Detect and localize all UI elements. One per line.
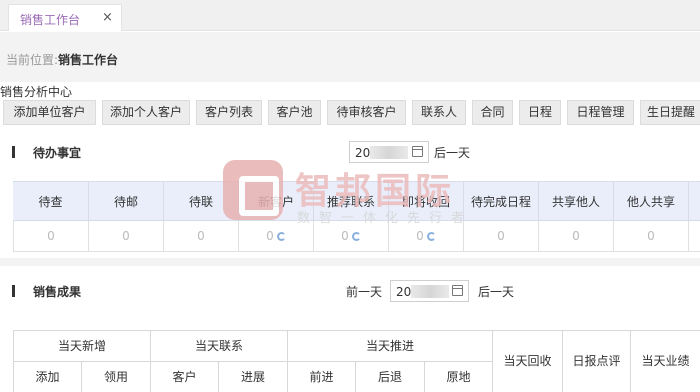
value-overflow <box>688 221 700 251</box>
refresh-icon[interactable] <box>351 232 361 241</box>
section-title-sales-analysis: 销售分析中心 <box>0 85 73 99</box>
add-company-customer-button[interactable]: 添加单位客户 <box>3 100 96 125</box>
value-pending-mail[interactable]: 0 <box>88 221 163 251</box>
todo-date-input[interactable]: 20 <box>349 141 429 163</box>
group-performance-today: 当天业绩 <box>630 331 700 392</box>
table-row: 0 0 0 0 0 0 0 0 0 <box>13 221 700 252</box>
contacts-button[interactable]: 联系人 <box>412 100 466 125</box>
date-blur <box>411 285 449 298</box>
tab-bar: 销售工作台 × <box>0 0 700 31</box>
customer-list-button[interactable]: 客户列表 <box>196 100 262 125</box>
recommend-contact-cell: 0 <box>313 221 388 251</box>
results-next-day-link[interactable]: 后一天 <box>478 283 514 300</box>
todo-title: 待办事宜 <box>33 146 82 160</box>
results-prev-day-link[interactable]: 前一天 <box>346 283 382 300</box>
schedule-button[interactable]: 日程 <box>519 100 561 125</box>
date-blur <box>370 146 408 159</box>
results-date-value: 20 <box>396 285 412 299</box>
group-advance-today: 当天推进 <box>287 331 492 362</box>
sub-forward: 前进 <box>287 362 355 392</box>
results-date-input[interactable]: 20 <box>390 280 469 302</box>
close-icon[interactable]: × <box>102 10 113 25</box>
col-pending-contact: 待联 <box>163 182 238 220</box>
col-shared-by-others: 他人共享 <box>613 182 688 220</box>
sub-backward: 后退 <box>355 362 424 392</box>
value-recommend-contact[interactable]: 0 <box>341 229 349 243</box>
value-about-to-reclaim[interactable]: 0 <box>416 229 424 243</box>
section-divider <box>0 258 700 266</box>
birthday-reminder-button[interactable]: 生日提醒 <box>640 100 700 125</box>
results-table: 当天新增 当天联系 当天推进 当天回收 日报点评 当天业绩 添加 领用 客户 进… <box>13 330 700 392</box>
new-customer-cell: 0 <box>238 221 313 251</box>
todo-date-value: 20 <box>355 146 371 160</box>
col-pending-check: 待查 <box>38 195 63 209</box>
value-shared-by-others[interactable]: 0 <box>613 221 688 251</box>
contract-button[interactable]: 合同 <box>472 100 513 125</box>
group-contact-today: 当天联系 <box>150 331 287 362</box>
value-shared-to-others[interactable]: 0 <box>538 221 613 251</box>
calendar-icon[interactable] <box>452 285 463 296</box>
sub-customer: 客户 <box>150 362 218 392</box>
col-overflow <box>688 182 700 220</box>
group-daily-review: 日报点评 <box>562 331 630 392</box>
value-pending-schedule[interactable]: 0 <box>463 221 538 251</box>
value-pending-contact[interactable]: 0 <box>163 221 238 251</box>
refresh-icon[interactable] <box>426 232 436 241</box>
tab-label[interactable]: 销售工作台 <box>20 11 80 28</box>
breadcrumb-prefix: 当前位置: <box>6 53 59 67</box>
sub-progress: 进展 <box>218 362 287 392</box>
group-reclaim-today: 当天回收 <box>492 331 562 392</box>
breadcrumb: 当前位置:销售工作台 <box>6 51 118 68</box>
pending-review-customer-button[interactable]: 待审核客户 <box>327 100 406 125</box>
col-recommend-contact: 推荐联系 <box>313 182 388 220</box>
tab-sales-workbench[interactable]: 销售工作台 × <box>8 4 122 31</box>
value-new-customer[interactable]: 0 <box>266 229 274 243</box>
add-personal-customer-button[interactable]: 添加个人客户 <box>102 100 190 125</box>
refresh-icon[interactable] <box>276 232 286 241</box>
col-shared-to-others: 共享他人 <box>538 182 613 220</box>
col-pending-schedule: 待完成日程 <box>463 182 538 220</box>
customer-pool-button[interactable]: 客户池 <box>268 100 321 125</box>
group-new-today: 当天新增 <box>13 331 150 362</box>
value-pending-check[interactable]: 0 <box>13 221 88 251</box>
todo-next-day-link[interactable]: 后一天 <box>434 144 470 161</box>
sub-unchanged: 原地 <box>424 362 492 392</box>
breadcrumb-current: 销售工作台 <box>58 53 119 67</box>
col-about-to-reclaim: 即将收回 <box>388 182 463 220</box>
breadcrumb-bar: 当前位置:销售工作台 <box>0 32 700 82</box>
sub-add: 添加 <box>13 362 81 392</box>
col-new-customer: 新客户 <box>238 182 313 220</box>
sub-claim: 领用 <box>81 362 150 392</box>
results-title: 销售成果 <box>33 285 82 299</box>
schedule-management-button[interactable]: 日程管理 <box>567 100 634 125</box>
section-marker <box>12 285 15 297</box>
section-marker <box>12 146 15 158</box>
about-to-reclaim-cell: 0 <box>388 221 463 251</box>
calendar-icon[interactable] <box>412 146 423 157</box>
col-pending-mail: 待邮 <box>88 182 163 220</box>
todo-table-header: 待查 待邮 待联 新客户 推荐联系 即将收回 待完成日程 共享他人 他人共享 <box>13 181 700 221</box>
